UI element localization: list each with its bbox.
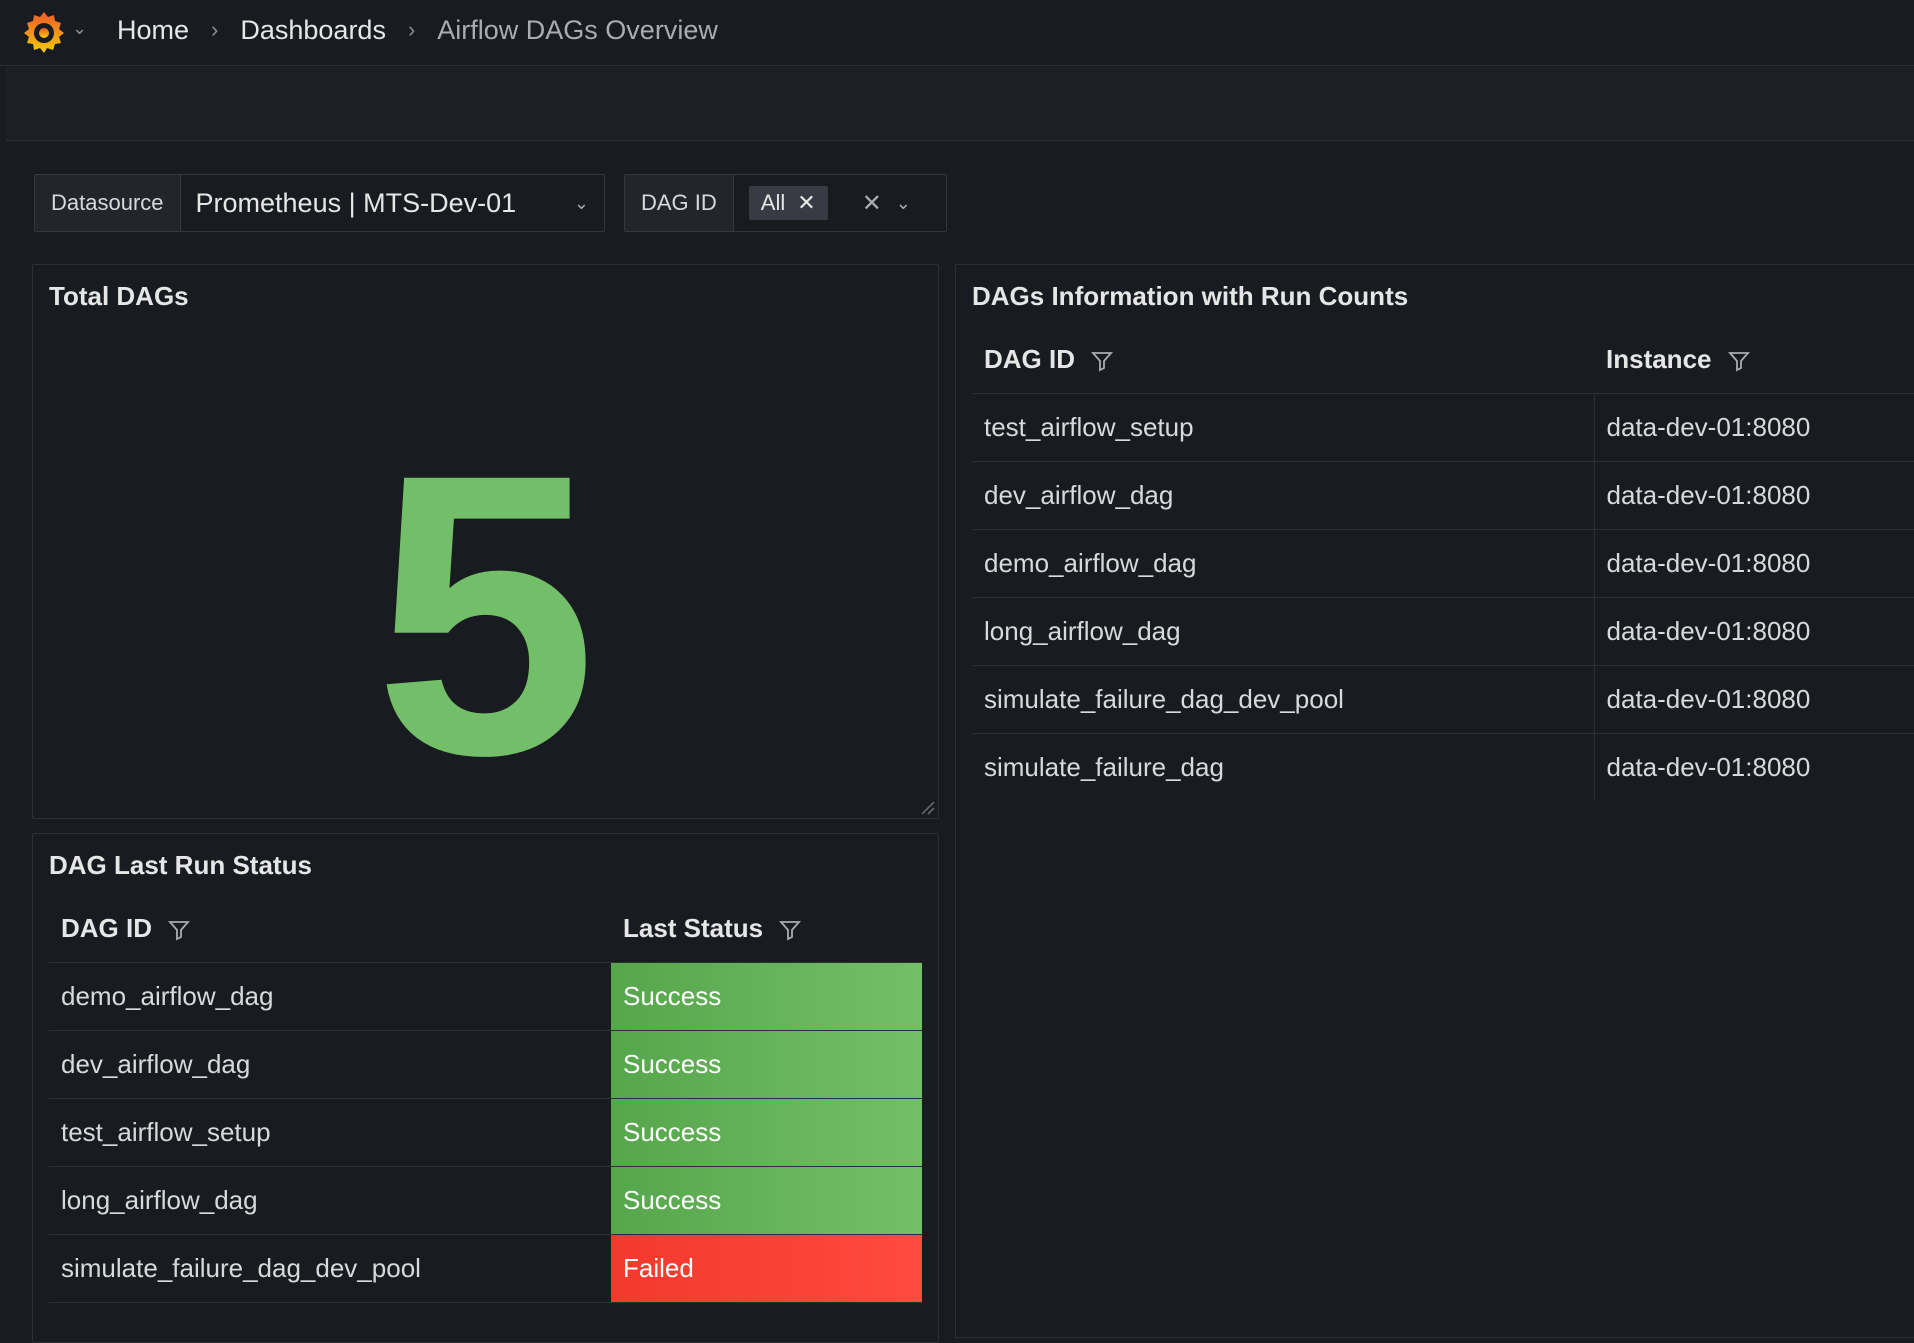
status-badge-success: Success xyxy=(611,1166,922,1235)
status-badge-success: Success xyxy=(611,962,922,1031)
chevron-down-icon[interactable]: ⌄ xyxy=(574,193,589,214)
dag-id-cell: demo_airflow_dag xyxy=(972,529,1594,598)
dags-info-panel: DAGs Information with Run Counts DAG ID … xyxy=(955,264,1914,1338)
dag-id-cell: dev_airflow_dag xyxy=(49,1030,611,1099)
column-header-last-status[interactable]: Last Status xyxy=(611,894,922,963)
table-header-row: DAG ID Instance xyxy=(972,325,1914,394)
datasource-label: Datasource xyxy=(35,175,181,231)
table-row[interactable]: long_airflow_dag Success xyxy=(49,1166,922,1235)
breadcrumb-home[interactable]: Home xyxy=(117,15,189,46)
breadcrumb-current-dashboard: Airflow DAGs Overview xyxy=(437,14,718,45)
dag-id-cell: dev_airflow_dag xyxy=(972,461,1594,530)
status-badge-success: Success xyxy=(611,1098,922,1167)
panel-title: DAG Last Run Status xyxy=(49,850,312,880)
dag-id-cell: simulate_failure_dag xyxy=(984,752,1224,782)
dag-id-select[interactable]: All ✕ ✕ ⌄ xyxy=(734,175,946,231)
grafana-logo-icon[interactable] xyxy=(20,8,68,56)
total-dags-panel: Total DAGs 5 xyxy=(32,264,939,819)
table-row[interactable]: simulate_failure_dag data-dev-01:8080 xyxy=(972,733,1914,801)
filter-icon[interactable] xyxy=(1727,349,1751,373)
filter-icon[interactable] xyxy=(1090,349,1114,373)
table-row[interactable]: test_airflow_setup data-dev-01:8080 xyxy=(972,393,1914,462)
filter-icon[interactable] xyxy=(778,918,802,942)
dag-id-cell: test_airflow_setup xyxy=(972,393,1594,462)
dag-id-cell: demo_airflow_dag xyxy=(49,962,611,1031)
column-header-instance[interactable]: Instance xyxy=(1594,325,1914,394)
table-row[interactable]: dev_airflow_dag Success xyxy=(49,1030,922,1099)
close-icon[interactable]: ✕ xyxy=(797,190,815,216)
dag-status-table: DAG ID Last Status demo_airflow_dag Succ… xyxy=(49,894,922,1303)
dag-last-run-status-panel: DAG Last Run Status DAG ID Last Status d… xyxy=(32,833,939,1343)
table-row[interactable]: simulate_failure_dag_dev_pool Failed xyxy=(49,1234,922,1303)
datasource-value: Prometheus | MTS-Dev-01 xyxy=(195,187,517,218)
dag-id-chip-all: All ✕ xyxy=(748,186,828,220)
chevron-down-icon[interactable]: ⌄ xyxy=(896,193,911,214)
table-row[interactable]: dev_airflow_dag data-dev-01:8080 xyxy=(972,461,1914,530)
resize-handle-icon[interactable] xyxy=(918,798,936,816)
status-badge-success: Success xyxy=(611,1030,922,1099)
filter-icon[interactable] xyxy=(167,918,191,942)
chevron-down-icon[interactable]: ⌄ xyxy=(72,18,87,39)
table-row[interactable]: long_airflow_dag data-dev-01:8080 xyxy=(972,597,1914,666)
top-nav-bar: ⌄ Home › Dashboards › Airflow DAGs Overv… xyxy=(0,0,1914,66)
dag-id-cell: simulate_failure_dag_dev_pool xyxy=(49,1234,611,1303)
dashboard-toolbar xyxy=(6,67,1914,141)
status-badge-failed: Failed xyxy=(611,1234,922,1303)
instance-cell: data-dev-01:8080 xyxy=(1593,733,1914,801)
table-header-row: DAG ID Last Status xyxy=(49,894,922,963)
datasource-select[interactable]: Prometheus | MTS-Dev-01 ⌄ xyxy=(181,175,604,231)
instance-cell: data-dev-01:8080 xyxy=(1593,393,1914,462)
dag-id-cell: long_airflow_dag xyxy=(972,597,1594,666)
panel-title: Total DAGs xyxy=(49,281,189,311)
breadcrumb: Home › Dashboards › Airflow DAGs Overvie… xyxy=(117,12,718,48)
breadcrumb-dashboards[interactable]: Dashboards xyxy=(240,15,386,46)
chevron-right-icon: › xyxy=(211,17,219,42)
table-row[interactable]: demo_airflow_dag Success xyxy=(49,962,922,1031)
panel-title: DAGs Information with Run Counts xyxy=(972,281,1409,311)
datasource-variable: Datasource Prometheus | MTS-Dev-01 ⌄ xyxy=(34,174,605,232)
total-dags-value: 5 xyxy=(374,391,597,838)
dag-id-variable: DAG ID All ✕ ✕ ⌄ xyxy=(624,174,947,232)
dag-id-cell: test_airflow_setup xyxy=(49,1098,611,1167)
instance-cell: data-dev-01:8080 xyxy=(1593,461,1914,530)
column-header-dag-id[interactable]: DAG ID xyxy=(49,894,611,963)
clear-icon[interactable]: ✕ xyxy=(862,189,882,218)
instance-cell: data-dev-01:8080 xyxy=(1593,665,1914,734)
table-row[interactable]: simulate_failure_dag_dev_pool data-dev-0… xyxy=(972,665,1914,734)
column-header-dag-id[interactable]: DAG ID xyxy=(972,325,1594,394)
chevron-right-icon: › xyxy=(407,17,416,42)
chip-label: All xyxy=(760,190,786,215)
table-row[interactable]: test_airflow_setup Success xyxy=(49,1098,922,1167)
dag-id-cell: simulate_failure_dag_dev_pool xyxy=(972,665,1594,734)
instance-cell: data-dev-01:8080 xyxy=(1593,597,1914,666)
table-row[interactable]: demo_airflow_dag data-dev-01:8080 xyxy=(972,529,1914,598)
instance-cell: data-dev-01:8080 xyxy=(1593,529,1914,598)
dag-id-label: DAG ID xyxy=(625,175,734,231)
dag-id-cell: long_airflow_dag xyxy=(49,1166,611,1235)
dags-info-table: DAG ID Instance test_airflow_setup data-… xyxy=(972,325,1914,801)
